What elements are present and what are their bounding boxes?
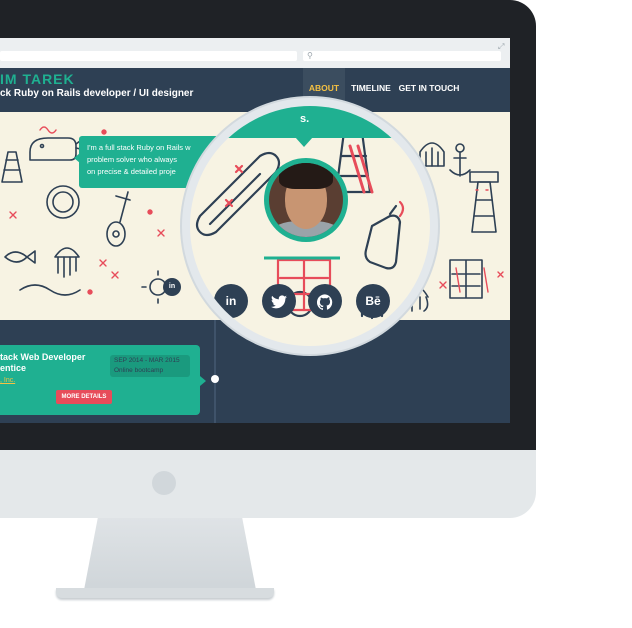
github-octocat-glyph [316,294,333,310]
site-tagline: ck Ruby on Rails developer / UI designer [0,88,194,99]
timeline-card-tail [200,376,206,386]
timeline-date-range: SEP 2014 - MAR 2015 [114,357,180,364]
behance-icon[interactable]: Bē [356,284,390,318]
browser-toolbar: ⚲ ⤢ [0,38,510,68]
profile-photo [269,163,343,237]
more-details-button[interactable]: MORE DETAILS [56,390,112,404]
timeline-company-link[interactable]: , Inc. [0,377,15,384]
site-name[interactable]: IM TAREK [0,71,75,87]
magnified-bio-bar: s. [190,106,430,138]
timeline-date-badge: SEP 2014 - MAR 2015 Online bootcamp [110,355,190,377]
timeline-card: tack Web Developer entice , Inc. SEP 201… [0,345,200,415]
url-bar[interactable] [0,51,297,61]
timeline-dot [211,375,219,383]
timeline-date-sub: Online bootcamp [114,367,164,374]
linkedin-icon[interactable]: in [214,284,248,318]
twitter-icon[interactable] [262,284,296,318]
monitor-chin [0,450,536,518]
profile-avatar [264,158,348,242]
linkedin-icon[interactable]: in [163,278,181,296]
monitor-stand-base [56,588,274,598]
github-icon[interactable] [308,284,342,318]
twitter-bird-glyph [271,295,287,309]
fullscreen-icon[interactable]: ⤢ [498,42,504,52]
timeline-job-role: entice [0,363,27,373]
browser-search-bar[interactable]: ⚲ [303,51,501,61]
magnified-bio-text: s. [300,113,310,125]
timeline-job-title: tack Web Developer [0,352,86,362]
monitor-stand [84,518,256,590]
power-button [152,471,176,495]
magnified-bio-notch [295,137,313,147]
search-icon: ⚲ [307,51,313,60]
magnifier-lens: s. in Bē [182,98,438,354]
